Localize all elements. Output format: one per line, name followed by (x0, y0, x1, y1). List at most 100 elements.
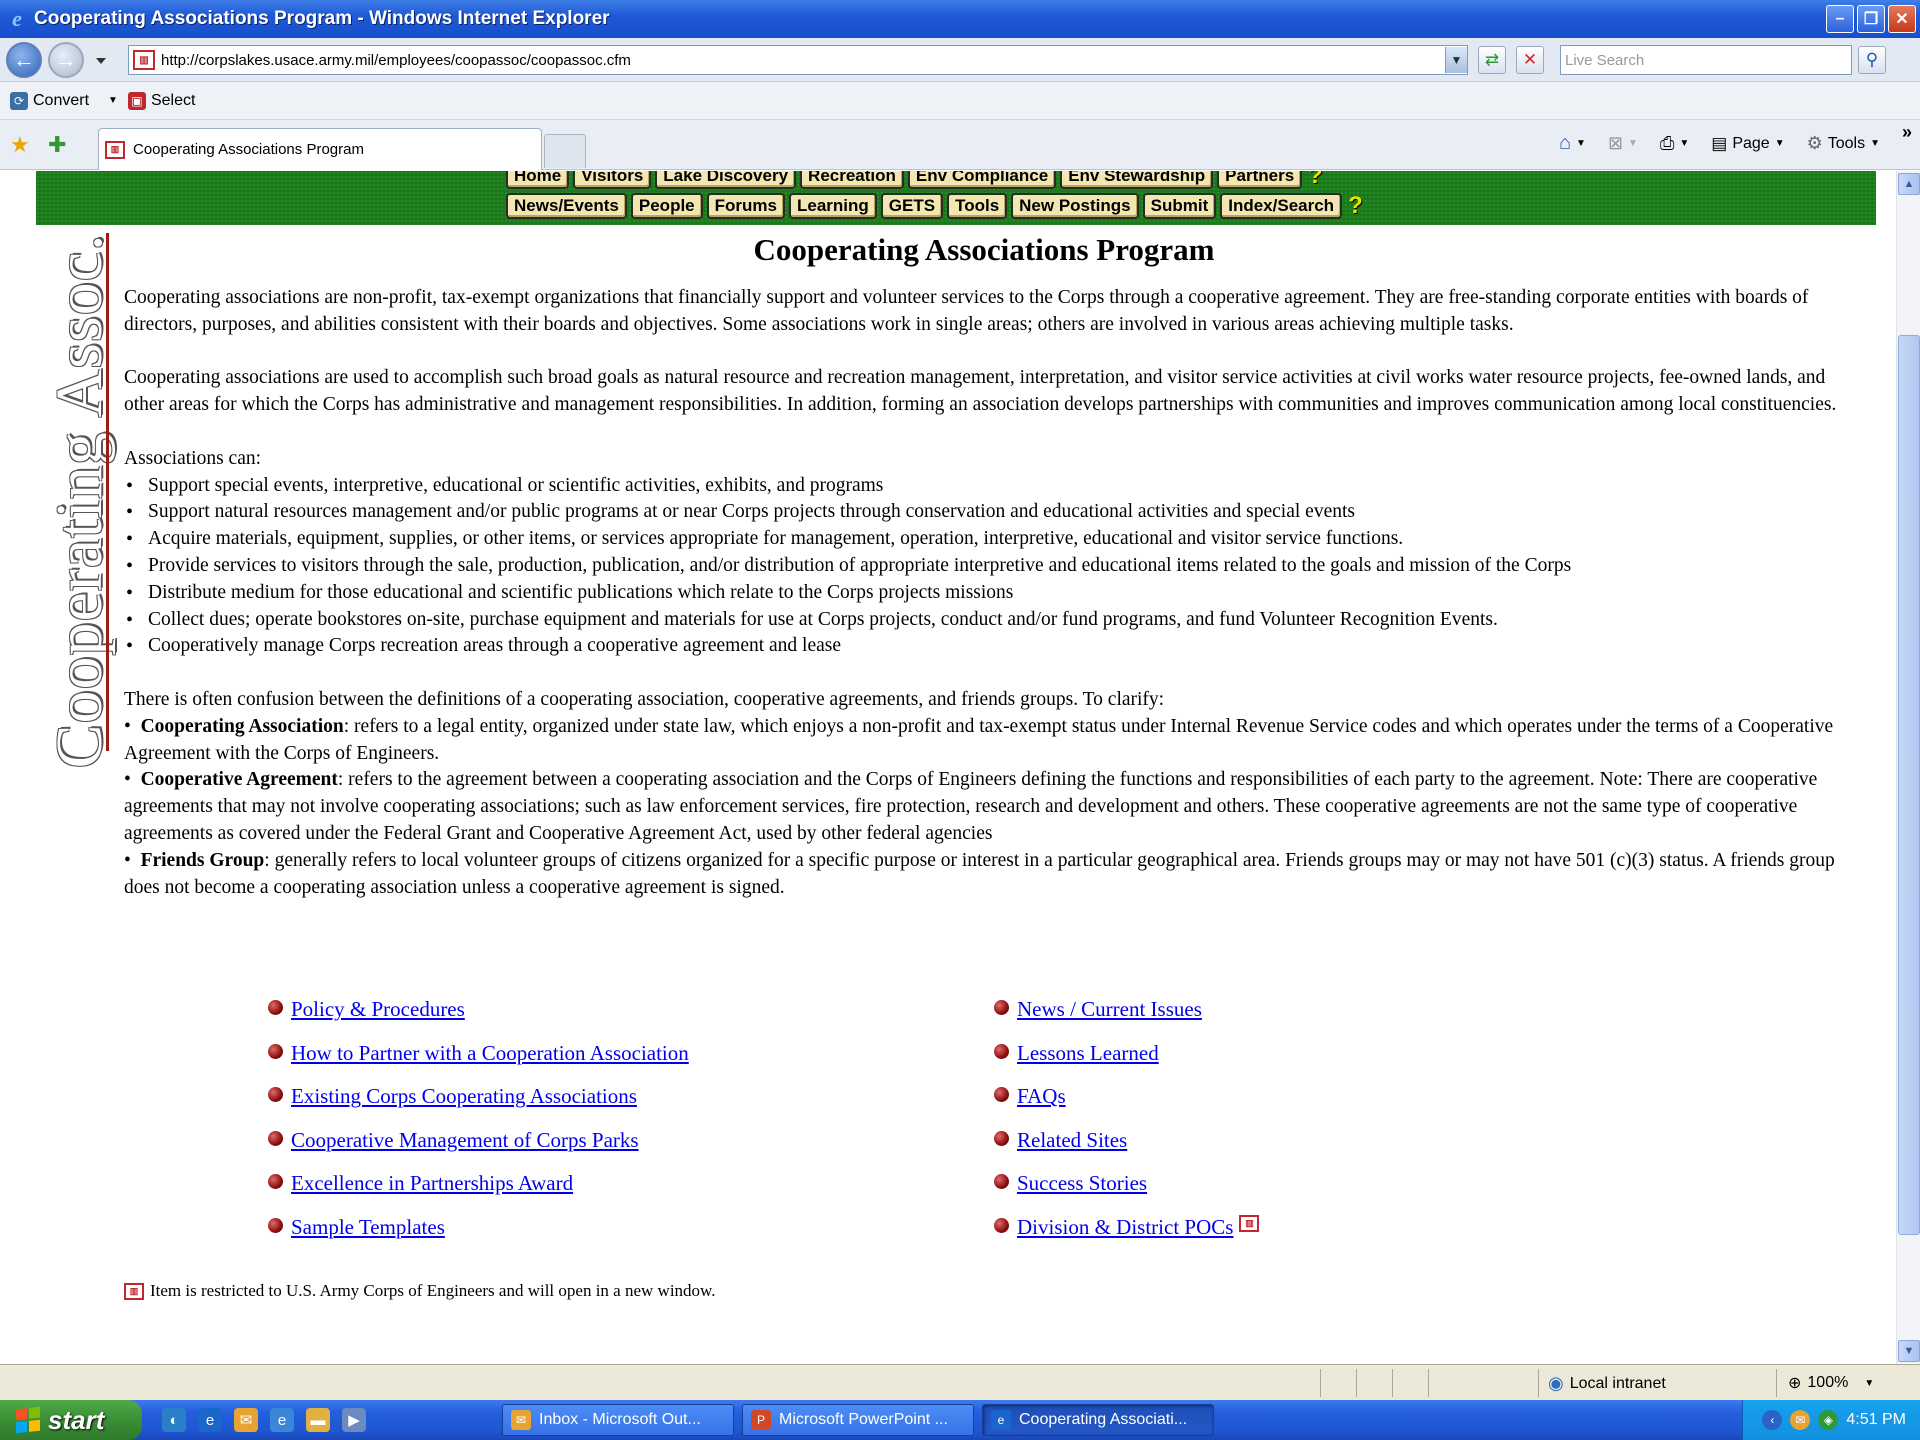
nav-people[interactable]: People (630, 193, 703, 219)
refresh-button[interactable]: ⇄ (1478, 46, 1506, 74)
forward-arrow-icon: → (55, 47, 77, 72)
help-row2-icon[interactable]: ? (1348, 193, 1363, 219)
restore-button[interactable]: ❐ (1857, 5, 1885, 33)
nav-learning[interactable]: Learning (788, 193, 877, 219)
nav-forums[interactable]: Forums (706, 193, 785, 219)
taskbar-item-ie[interactable]: e Cooperating Associati... (982, 1404, 1214, 1436)
clock[interactable]: 4:51 PM (1846, 1411, 1906, 1429)
address-bar[interactable]: ▥ http://corpslakes.usace.army.mil/emplo… (128, 45, 1468, 75)
definition-cooperating-association: • Cooperating Association: refers to a l… (124, 715, 1834, 764)
print-dropdown-icon[interactable]: ▼ (1679, 138, 1689, 149)
page-label: Page (1732, 134, 1770, 152)
start-button[interactable]: start (0, 1400, 142, 1440)
help-row1-icon[interactable]: ? (1308, 171, 1323, 189)
close-button[interactable]: ✕ (1888, 5, 1916, 33)
link-policy-procedures[interactable]: Policy & Procedures (291, 997, 465, 1022)
new-tab-button[interactable] (544, 134, 586, 168)
footnote-text: Item is restricted to U.S. Army Corps of… (150, 1281, 716, 1300)
taskbar-item-powerpoint[interactable]: P Microsoft PowerPoint ... (742, 1404, 974, 1436)
nav-lake-discovery[interactable]: Lake Discovery (655, 171, 797, 189)
nav-env-compliance[interactable]: Env Compliance (907, 171, 1057, 189)
tab-active[interactable]: ▥ Cooperating Associations Program (98, 128, 542, 170)
print-button[interactable]: ⎙ ▼ (1660, 133, 1689, 154)
tools-menu[interactable]: ⚙ Tools ▼ (1807, 133, 1880, 154)
link-division-district-pocs[interactable]: Division & District POCs (1017, 1215, 1233, 1240)
nav-new-postings[interactable]: New Postings (1011, 193, 1139, 219)
select-button[interactable]: ▣ Select (127, 91, 195, 110)
list-item: Support natural resources management and… (124, 499, 1844, 526)
definition-text: : refers to the agreement between a coop… (124, 769, 1818, 844)
nav-news-events[interactable]: News/Events (506, 193, 627, 219)
feeds-dropdown-icon[interactable]: ▼ (1628, 138, 1638, 149)
scroll-down-icon[interactable]: ▼ (1898, 1340, 1920, 1362)
convert-dropdown-icon[interactable]: ▼ (108, 95, 118, 106)
outlook-tray-icon[interactable]: ✉ (1790, 1410, 1811, 1430)
link-excellence-award[interactable]: Excellence in Partnerships Award (291, 1171, 573, 1196)
add-favorites-icon[interactable]: ✚ (48, 132, 66, 158)
search-button[interactable]: ⚲ (1858, 46, 1886, 74)
globe-icon[interactable]: ◐ (162, 1408, 186, 1432)
rss-icon: ⊠ (1607, 133, 1624, 153)
link-lessons-learned[interactable]: Lessons Learned (1017, 1041, 1159, 1066)
nav-submit[interactable]: Submit (1142, 193, 1217, 219)
history-dropdown-icon[interactable] (96, 58, 106, 64)
link-existing-associations[interactable]: Existing Corps Cooperating Associations (291, 1084, 637, 1109)
folder-icon[interactable]: ▬ (306, 1408, 330, 1432)
associations-can-list: Support special events, interpretive, ed… (124, 473, 1844, 661)
taskbar-item-outlook[interactable]: ✉ Inbox - Microsoft Out... (502, 1404, 734, 1436)
page-menu[interactable]: ▤ Page ▼ (1711, 134, 1784, 154)
taskbar-item-label: Cooperating Associati... (1019, 1411, 1188, 1428)
link-news-current-issues[interactable]: News / Current Issues (1017, 997, 1202, 1022)
taskbar-item-label: Inbox - Microsoft Out... (539, 1411, 701, 1428)
media-player-icon[interactable]: ▶ (342, 1408, 366, 1432)
window-title-bar[interactable]: e Cooperating Associations Program - Win… (0, 0, 1920, 38)
ie-logo-icon: e (12, 6, 22, 31)
convert-button[interactable]: ⟳ Convert ▼ (10, 91, 118, 110)
zoom-dropdown-icon[interactable]: ▼ (1864, 1378, 1874, 1389)
forward-button[interactable]: → (48, 42, 84, 78)
vertical-scrollbar[interactable]: ▲ ▼ (1896, 171, 1920, 1364)
intro-paragraph: Cooperating associations are non-profit,… (124, 287, 1809, 335)
security-zone[interactable]: ◉ Local intranet (1548, 1373, 1666, 1394)
link-cooperative-management[interactable]: Cooperative Management of Corps Parks (291, 1128, 639, 1153)
definition-term: Cooperating Association (140, 715, 344, 737)
home-dropdown-icon[interactable]: ▼ (1576, 138, 1586, 149)
toolbar-overflow-chevron-icon[interactable]: » (1902, 122, 1912, 143)
zoom-control[interactable]: ⊕ 100% ▼ (1788, 1373, 1874, 1393)
address-dropdown-icon[interactable]: ▼ (1445, 47, 1467, 73)
feeds-button[interactable]: ⊠ ▼ (1608, 133, 1638, 154)
home-button[interactable]: ⌂ ▼ (1559, 132, 1586, 155)
nav-recreation[interactable]: Recreation (800, 171, 904, 189)
stop-button[interactable]: ✕ (1516, 46, 1544, 74)
network-tray-icon[interactable]: ◈ (1818, 1410, 1839, 1430)
search-input[interactable]: Live Search (1560, 45, 1852, 75)
nav-visitors[interactable]: Visitors (573, 171, 652, 189)
link-sample-templates[interactable]: Sample Templates (291, 1215, 445, 1240)
gear-icon: ⚙ (1806, 133, 1823, 153)
definition-term: Friends Group (140, 849, 265, 871)
link-success-stories[interactable]: Success Stories (1017, 1171, 1147, 1196)
link-faqs[interactable]: FAQs (1017, 1084, 1066, 1109)
nav-tools[interactable]: Tools (947, 193, 1008, 219)
favorites-star-icon[interactable]: ★ (10, 132, 30, 158)
link-related-sites[interactable]: Related Sites (1017, 1128, 1127, 1153)
nav-index-search[interactable]: Index/Search (1220, 193, 1343, 219)
nav-gets[interactable]: GETS (880, 193, 944, 219)
back-button[interactable]: ← (6, 42, 42, 78)
back-arrow-icon: ← (13, 47, 35, 72)
ie-alt-icon[interactable]: e (270, 1408, 294, 1432)
tray-expand-icon[interactable]: ‹ (1762, 1410, 1783, 1430)
scroll-thumb[interactable] (1898, 335, 1920, 1235)
internet-explorer-icon[interactable]: e (198, 1408, 222, 1432)
nav-env-stewardship[interactable]: Env Stewardship (1060, 171, 1214, 189)
status-divider (1776, 1369, 1777, 1397)
nav-home[interactable]: Home (506, 171, 570, 189)
tools-dropdown-icon: ▼ (1870, 138, 1880, 149)
link-how-to-partner[interactable]: How to Partner with a Cooperation Associ… (291, 1041, 689, 1066)
nav-partners[interactable]: Partners (1217, 171, 1303, 189)
address-url[interactable]: http://corpslakes.usace.army.mil/employe… (161, 52, 1445, 69)
red-ball-bullet-icon (994, 1130, 1009, 1146)
outlook-icon[interactable]: ✉ (234, 1408, 258, 1432)
scroll-up-icon[interactable]: ▲ (1898, 173, 1920, 195)
minimize-button[interactable]: – (1826, 5, 1854, 33)
